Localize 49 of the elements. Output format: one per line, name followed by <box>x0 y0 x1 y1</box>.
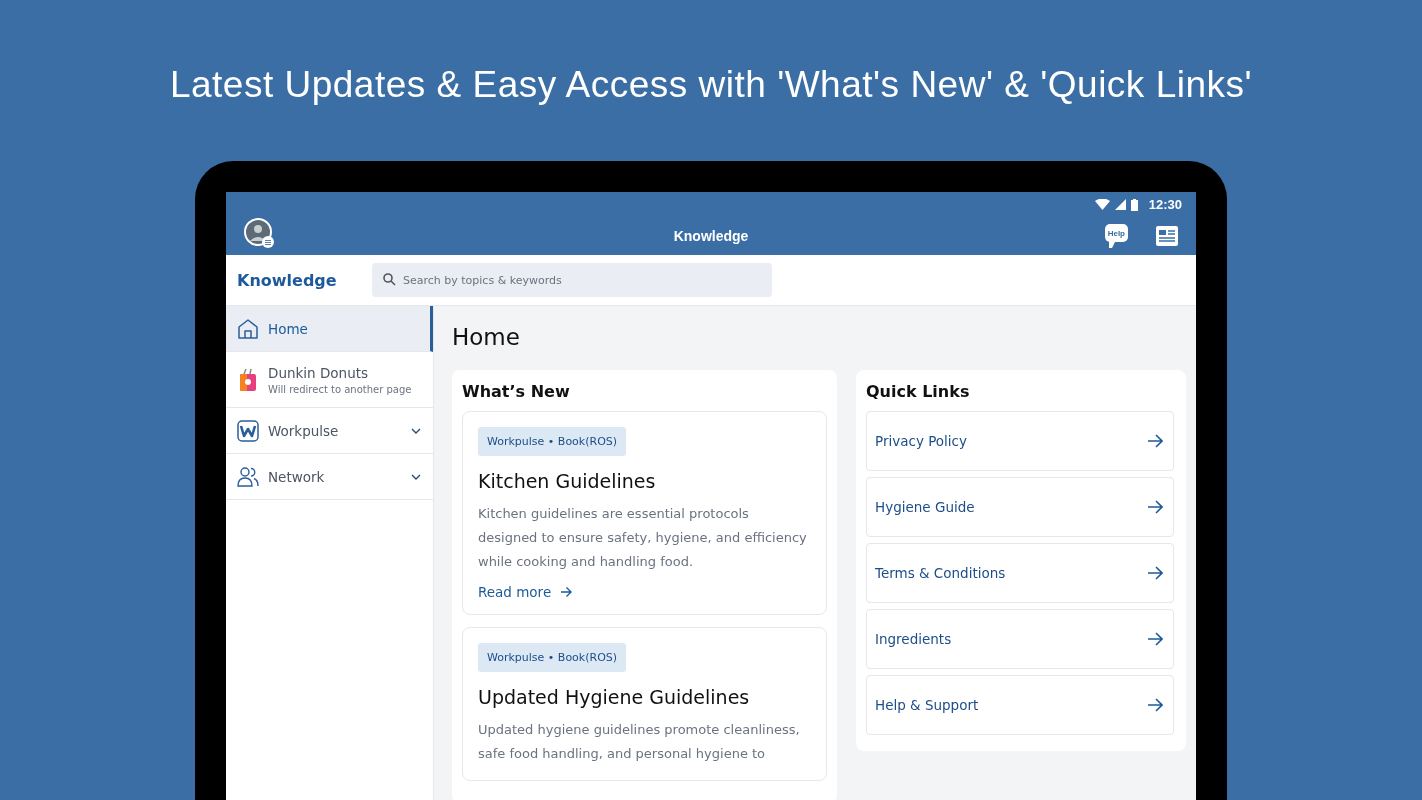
quick-link[interactable]: Hygiene Guide <box>866 477 1174 537</box>
sidebar-item[interactable]: Dunkin Donuts Will redirect to another page <box>226 352 433 408</box>
arrow-right-icon <box>1147 566 1163 580</box>
quick-link[interactable]: Help & Support <box>866 675 1174 735</box>
wifi-icon <box>1094 199 1110 210</box>
arrow-right-icon <box>1147 500 1163 514</box>
sidebar-label: Workpulse <box>268 422 340 439</box>
chevron-icon[interactable] <box>411 473 421 480</box>
article-title: Updated Hygiene Guidelines <box>478 686 751 708</box>
people-icon <box>237 465 259 488</box>
chevron-icon[interactable] <box>411 427 421 434</box>
category-tag: Workpulse • Book(ROS) <box>478 643 627 672</box>
status-time: 12:30 <box>1148 197 1182 212</box>
quick-link[interactable]: Privacy Policy <box>866 411 1174 471</box>
w-logo-icon <box>237 419 259 442</box>
arrow-right-icon <box>1147 698 1163 712</box>
article-summary: Updated hygiene guidelines promote cleanliness, safe food handling, and personal hygiene to <box>478 721 801 763</box>
battery-icon <box>1130 198 1138 211</box>
page-title: Home <box>452 324 521 350</box>
app-title: Knowledge <box>673 228 749 244</box>
sidebar-item[interactable]: Network <box>226 454 433 500</box>
avatar-icon[interactable] <box>244 218 276 250</box>
article-summary: Kitchen guidelines are essential protocols designed to ensure safety, hygiene, and efficiency while cooking and handling food. <box>478 505 808 571</box>
arrow-right-icon <box>1147 632 1163 646</box>
sidebar-label: Home <box>268 320 309 337</box>
arrow-right-icon <box>560 586 573 598</box>
article-title: Kitchen Guidelines <box>478 470 657 492</box>
search-field[interactable]: Search by topics & keywords <box>372 263 772 297</box>
category-tag: Workpulse • Book(ROS) <box>478 427 627 456</box>
home-icon <box>237 317 259 340</box>
coffee-cup-icon <box>237 367 259 392</box>
article-card[interactable]: Workpulse • Book(ROS) Updated Hygiene Guidelines Updated hygiene guidelines promote cleanliness, safe food handling, and personal hygiene to <box>462 627 827 781</box>
quick-link[interactable]: Terms & Conditions <box>866 543 1174 603</box>
panel-title: Quick Links <box>866 382 971 401</box>
news-icon[interactable] <box>1156 226 1178 246</box>
sidebar-item[interactable]: Home <box>226 306 433 352</box>
sidebar-label: Dunkin Donuts <box>268 364 370 381</box>
headline: Latest Updates & Easy Access with 'What's New' & 'Quick Links' <box>169 64 1253 106</box>
section-title: Knowledge <box>236 270 338 290</box>
arrow-right-icon <box>1147 434 1163 448</box>
sidebar-label: Network <box>268 468 326 485</box>
search-icon <box>383 273 396 286</box>
article-card[interactable]: Workpulse • Book(ROS) Kitchen Guidelines Kitchen guidelines are essential protocols designed to ensure safety, hygiene, and efficiency while cooking and handling food. Read more <box>462 411 827 615</box>
read-more-link[interactable]: Read more <box>478 584 811 600</box>
sidebar-item[interactable]: Workpulse <box>226 408 433 454</box>
panel-title: What’s New <box>462 382 571 401</box>
signal-icon <box>1114 199 1126 210</box>
sidebar-subtitle: Will redirect to another page <box>268 383 413 395</box>
quick-link[interactable]: Ingredients <box>866 609 1174 669</box>
